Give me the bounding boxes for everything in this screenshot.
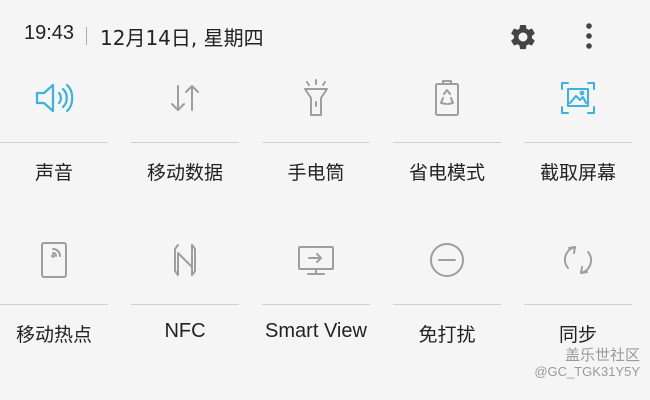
tile-label: 声音	[34, 162, 73, 184]
watermark: 盖乐世社区 @GC_TGK31Y5Y	[534, 346, 640, 380]
gear-icon	[511, 24, 535, 50]
hotspot-icon	[41, 242, 67, 278]
flashlight-icon	[304, 79, 328, 116]
clock: 19:43	[24, 22, 75, 44]
tile-label: 移动数据	[146, 162, 223, 184]
more-vertical-icon	[586, 23, 592, 49]
mobile-data-icon	[171, 85, 199, 111]
tile-label: 截取屏幕	[539, 162, 616, 184]
settings-button[interactable]	[506, 20, 540, 54]
sync-icon	[563, 246, 593, 274]
tile-label: NFC	[164, 320, 206, 342]
speaker-icon	[35, 83, 74, 113]
tile-label: 移动热点	[15, 324, 92, 346]
smart-view-icon	[298, 246, 334, 275]
more-options-button[interactable]	[574, 18, 604, 54]
date: 12月14日, 星期四	[100, 26, 264, 50]
nfc-icon	[174, 244, 196, 276]
do-not-disturb-icon	[430, 243, 464, 277]
tile-label: 同步	[558, 324, 597, 346]
watermark-brand: 盖乐世社区	[564, 346, 640, 364]
tile-label: 省电模式	[408, 162, 485, 184]
status-bar: 19:43 12月14日, 星期四	[0, 0, 650, 72]
tile-label: 免打扰	[418, 324, 476, 346]
tile-label: 手电筒	[287, 162, 345, 184]
tile-label: Smart View	[265, 320, 367, 342]
power-saving-icon	[435, 80, 459, 116]
divider	[86, 27, 87, 45]
watermark-handle: @GC_TGK31Y5Y	[534, 364, 640, 379]
screenshot-icon	[561, 82, 595, 114]
